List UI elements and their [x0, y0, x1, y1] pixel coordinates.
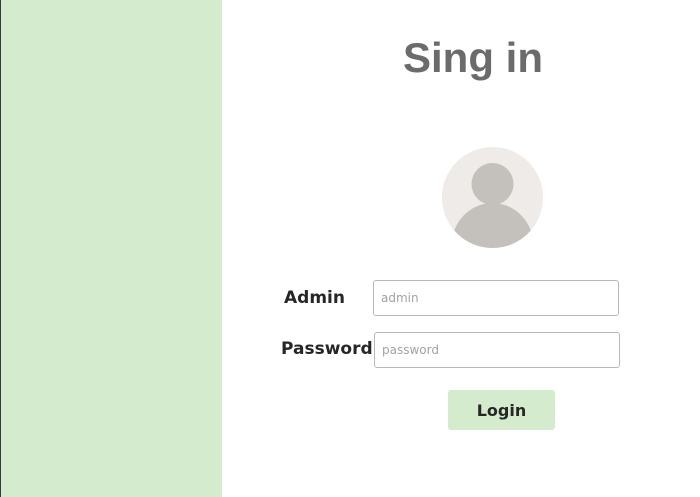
avatar — [442, 147, 543, 248]
admin-label: Admin — [284, 288, 345, 308]
login-button[interactable]: Login — [448, 390, 555, 430]
password-input[interactable] — [374, 332, 620, 368]
sidebar-panel — [1, 0, 222, 497]
password-label: Password — [281, 339, 373, 359]
admin-input[interactable] — [373, 280, 619, 316]
user-silhouette-icon — [451, 163, 534, 248]
page-title: Sing in — [403, 34, 543, 81]
